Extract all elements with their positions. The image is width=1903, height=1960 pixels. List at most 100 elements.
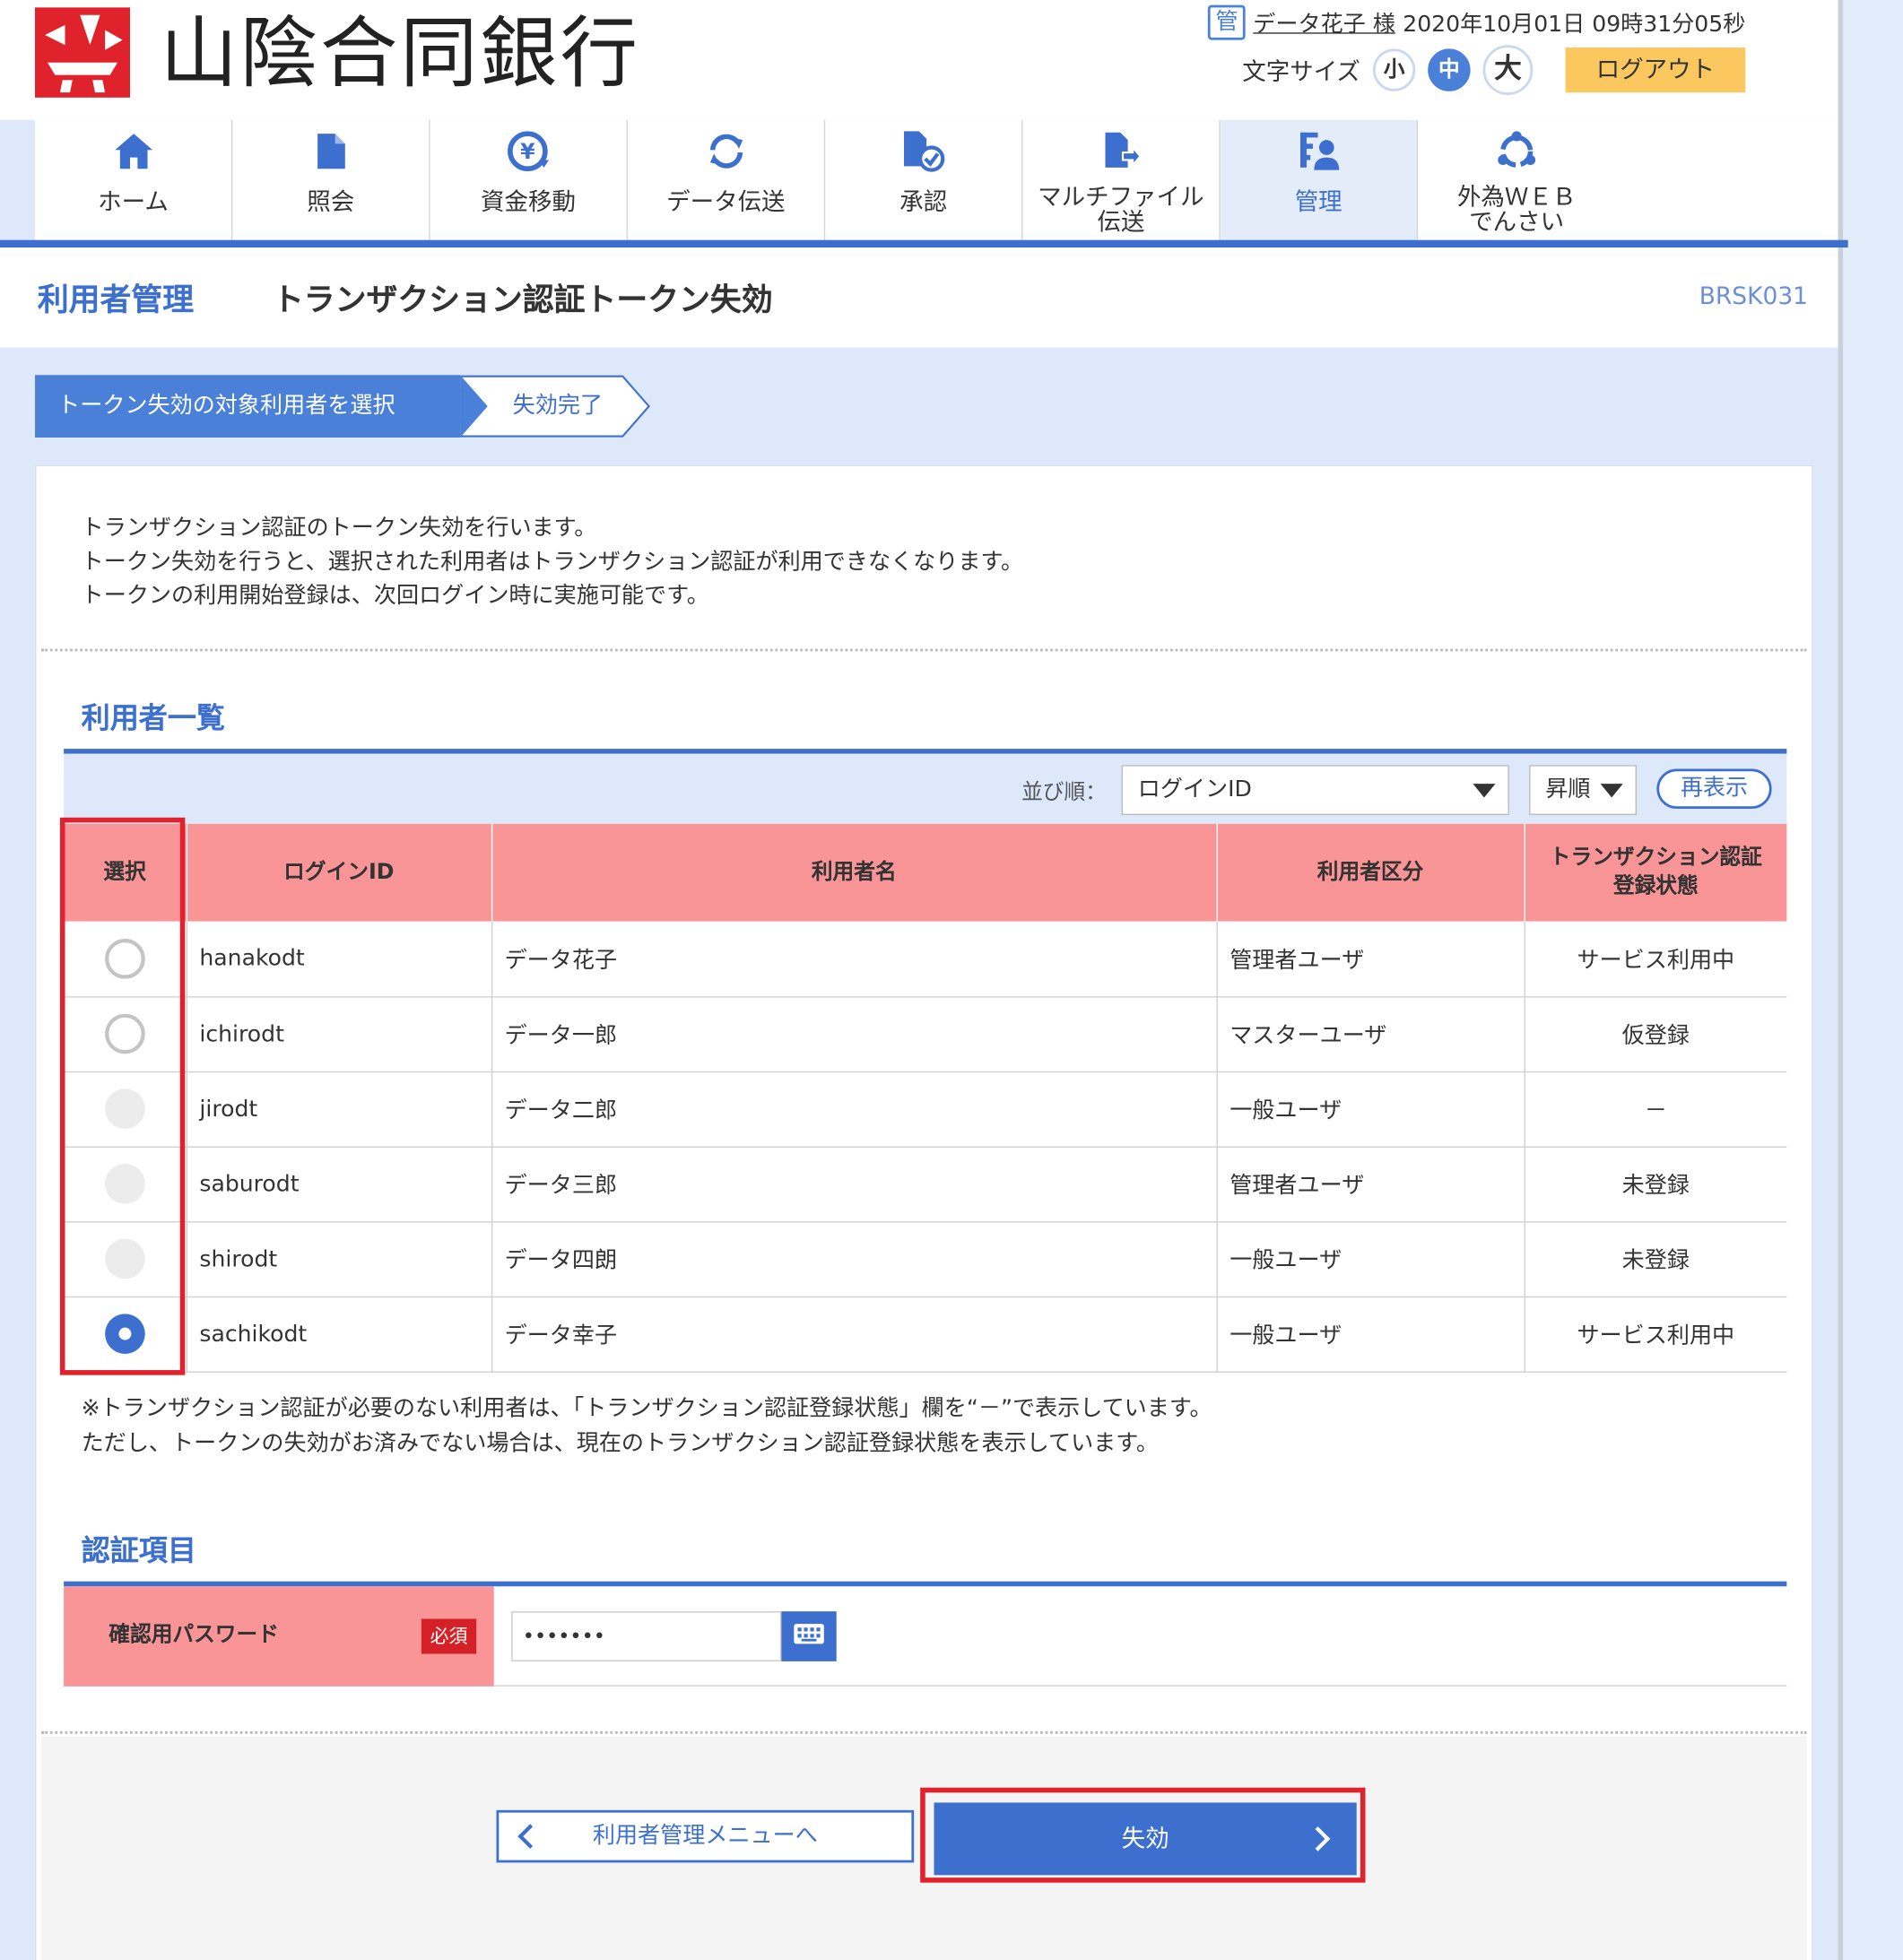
chevron-left-icon: [517, 1824, 543, 1849]
sort-key-select[interactable]: ログインID: [1121, 765, 1509, 816]
nav-label: 資金移動: [481, 188, 577, 217]
user-name-cell: データ一郎: [491, 996, 1218, 1072]
back-label: 利用者管理メニューへ: [592, 1822, 818, 1850]
approve-icon: [825, 127, 1021, 175]
nav-forex[interactable]: 外為ＷＥＢ でんさい: [1418, 120, 1615, 240]
nav-underline: [0, 239, 1848, 248]
login-id-cell: saburodt: [186, 1146, 492, 1222]
manager-icon: 管: [1208, 4, 1246, 40]
font-size-label: 文字サイズ: [1242, 57, 1360, 86]
page-canvas: 山陰合同銀行 管 データ花子 様 2020年10月01日 09時31分05秒 文…: [0, 0, 1903, 1960]
col-auth-status-line: トランザクション認証: [1549, 845, 1762, 871]
required-badge: 必須: [421, 1618, 477, 1654]
step2-label: 失効完了: [512, 392, 604, 420]
font-small-button[interactable]: 小: [1372, 48, 1416, 91]
nav-label: 管理: [1294, 188, 1343, 217]
user-list-title: 利用者一覧: [81, 702, 225, 735]
table-row: hanakodt データ花子 管理者ユーザ サービス利用中: [64, 921, 1787, 997]
sort-order-select[interactable]: 昇順: [1529, 765, 1638, 816]
nav-inquiry[interactable]: 照会: [232, 119, 430, 240]
nav-label: 照会: [307, 188, 355, 217]
home-icon: [35, 127, 231, 175]
window-scrollbar[interactable]: [1838, 0, 1903, 1960]
nav-approval[interactable]: 承認: [825, 119, 1023, 240]
table-row: shirodt データ四朗 一般ユーザ 未登録: [64, 1221, 1787, 1297]
keyboard-icon: [793, 1623, 825, 1651]
nav-multi-file[interactable]: マルチファイル 伝送: [1022, 119, 1221, 240]
page-title: トランザクション認証トークン失効: [272, 281, 773, 318]
divider: [41, 1730, 1807, 1734]
table-note: ※トランザクション認証が必要のない利用者は、「トランザクション認証登録状態」欄を…: [82, 1392, 1212, 1461]
col-login-id: ログインID: [186, 823, 492, 922]
step-current: トークン失効の対象利用者を選択: [35, 375, 461, 438]
header: 山陰合同銀行 管 データ花子 様 2020年10月01日 09時31分05秒 文…: [0, 0, 1838, 120]
login-id-cell: hanakodt: [186, 921, 492, 997]
password-input[interactable]: •••••••: [511, 1611, 782, 1661]
password-label: 確認用パスワード: [109, 1622, 279, 1648]
auth-section-title: 認証項目: [81, 1535, 196, 1568]
screen-code: BRSK031: [1699, 282, 1809, 310]
table-header-row: 選択 ログインID 利用者名 利用者区分 トランザクション認証 登録状態: [64, 823, 1787, 922]
intro-text: トランザクション認証のトークン失効を行います。 トークン失効を行うと、選択された…: [82, 511, 1024, 612]
nav-label: マルチファイル 伝送: [1038, 183, 1204, 237]
software-keyboard-button[interactable]: [781, 1611, 837, 1661]
user-type-cell: 管理者ユーザ: [1216, 921, 1525, 997]
forex-icon: [1418, 127, 1615, 175]
document-icon: [232, 127, 429, 175]
col-user-type: 利用者区分: [1216, 823, 1525, 922]
logout-button[interactable]: ログアウト: [1565, 47, 1746, 93]
back-to-menu-button[interactable]: 利用者管理メニューへ: [496, 1809, 915, 1863]
user-type-cell: 一般ユーザ: [1216, 1221, 1525, 1297]
nav-home[interactable]: ホーム: [35, 119, 233, 240]
nav-admin[interactable]: 管理: [1220, 119, 1419, 240]
col-auth-status: トランザクション認証 登録状態: [1524, 823, 1787, 922]
auth-status-cell: －: [1524, 1071, 1787, 1148]
auth-status-cell: サービス利用中: [1524, 1296, 1787, 1373]
col-user-name: 利用者名: [491, 823, 1218, 922]
refresh-button[interactable]: 再表示: [1656, 768, 1772, 810]
nav-data-transfer[interactable]: データ伝送: [628, 119, 826, 240]
step-current-arrow: [460, 375, 488, 438]
user-name-link[interactable]: データ花子 様: [1253, 6, 1395, 39]
svg-text:¥: ¥: [519, 139, 534, 164]
table-row: ichirodt データ一郎 マスターユーザ 仮登録: [64, 996, 1787, 1072]
main-panel: トランザクション認証のトークン失効を行います。 トークン失効を行うと、選択された…: [35, 464, 1813, 1960]
user-table: 選択 ログインID 利用者名 利用者区分 トランザクション認証 登録状態 han…: [64, 823, 1787, 1373]
login-id-cell: sachikodt: [186, 1296, 492, 1373]
highlight-select-column: [59, 817, 186, 1375]
font-large-button[interactable]: 大: [1482, 45, 1534, 95]
font-medium-button[interactable]: 中: [1428, 48, 1471, 91]
main-nav: ホーム 照会 ¥ 資金移動 データ伝送 承認 マルチファイル 伝送 管理 外為Ｗ…: [35, 119, 1838, 240]
auth-status-cell: 仮登録: [1524, 996, 1787, 1072]
sort-key-value: ログインID: [1137, 776, 1252, 803]
page-title-bar: 利用者管理 トランザクション認証トークン失効 BRSK031: [0, 247, 1838, 348]
note-line: ※トランザクション認証が必要のない利用者は、「トランザクション認証登録状態」欄を…: [81, 1394, 1212, 1422]
page-category: 利用者管理: [37, 281, 195, 318]
user-name-cell: データ四朗: [491, 1221, 1218, 1297]
refresh-icon: [628, 127, 824, 175]
yen-transfer-icon: ¥: [430, 127, 627, 175]
nav-label: 承認: [899, 188, 948, 217]
auth-status-cell: 未登録: [1524, 1221, 1787, 1297]
chevron-down-icon: [1600, 784, 1623, 798]
intro-line: トランザクション認証のトークン失効を行います。: [81, 515, 597, 542]
nav-transfer[interactable]: ¥ 資金移動: [430, 119, 628, 240]
login-id-cell: jirodt: [186, 1071, 492, 1148]
user-name-cell: データ幸子: [491, 1296, 1218, 1373]
user-type-cell: マスターユーザ: [1216, 996, 1525, 1072]
intro-line: トークン失効を行うと、選択された利用者はトランザクション認証が利用できなくなりま…: [81, 549, 1024, 576]
user-type-cell: 一般ユーザ: [1216, 1071, 1525, 1148]
user-name-cell: データ花子: [491, 921, 1218, 997]
login-datetime: 2020年10月01日 09時31分05秒: [1403, 11, 1746, 38]
login-id-cell: ichirodt: [186, 996, 492, 1072]
sort-bar: 並び順： ログインID 昇順 再表示: [64, 753, 1787, 824]
user-type-cell: 一般ユーザ: [1216, 1296, 1525, 1373]
user-name-cell: データ三郎: [491, 1146, 1218, 1222]
bank-logo-icon: [35, 7, 130, 98]
login-id-cell: shirodt: [186, 1221, 492, 1297]
sort-label: 並び順：: [1021, 779, 1107, 805]
highlight-revoke-button: [920, 1787, 1366, 1883]
auth-status-cell: 未登録: [1524, 1146, 1787, 1222]
table-row: saburodt データ三郎 管理者ユーザ 未登録: [64, 1146, 1787, 1222]
nav-label: ホーム: [98, 188, 169, 217]
